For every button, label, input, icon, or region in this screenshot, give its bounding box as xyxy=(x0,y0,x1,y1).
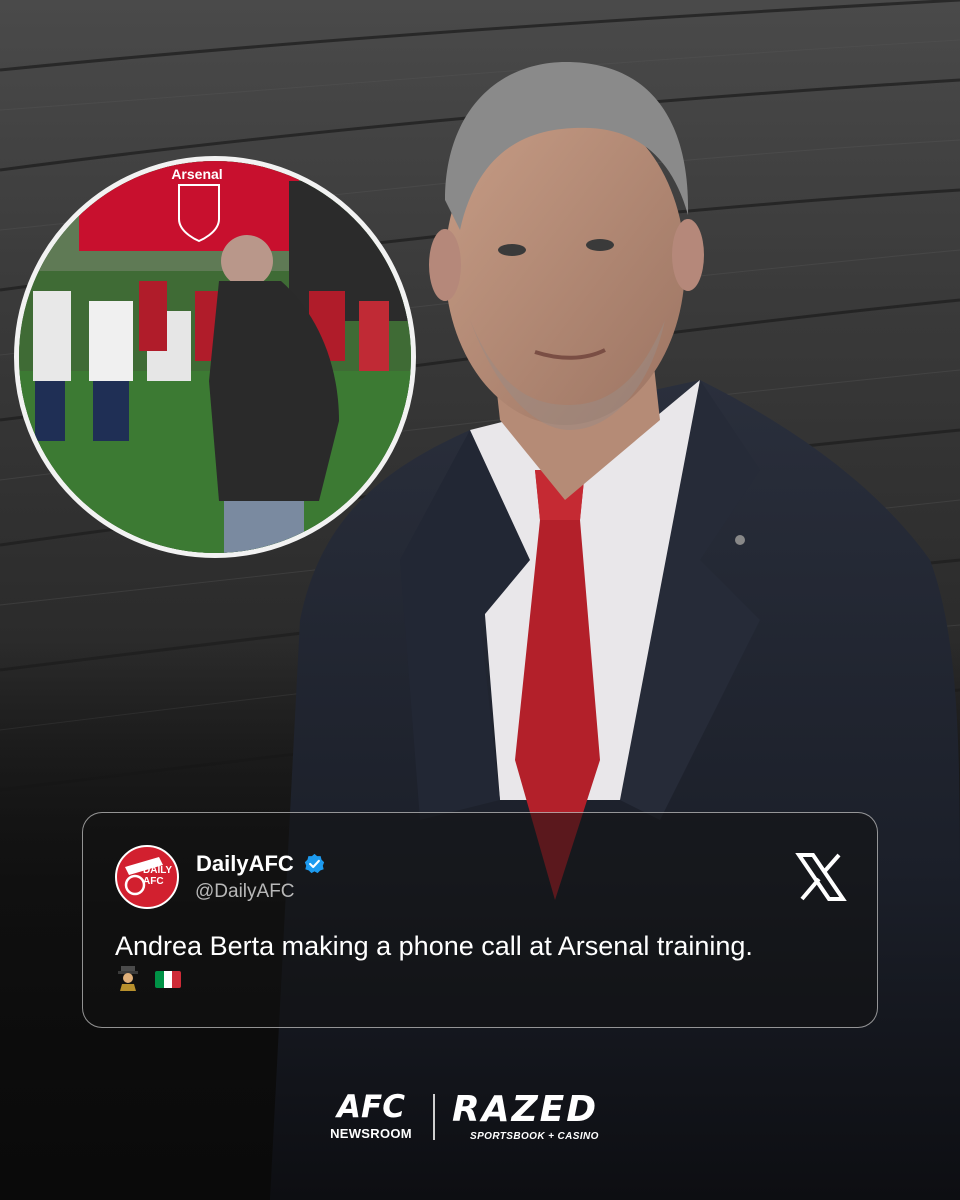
footer-divider xyxy=(433,1094,435,1140)
post-canvas: Arsenal DAILY AFC DailyAFC @DailyAFC And… xyxy=(0,0,960,1200)
verified-badge-icon xyxy=(304,853,325,874)
avatar-text: DAILY AFC xyxy=(143,865,172,887)
tweet-card[interactable]: DAILY AFC DailyAFC @DailyAFC Andrea Bert… xyxy=(82,812,878,1028)
x-logo-icon[interactable] xyxy=(795,853,847,901)
italy-flag-emoji xyxy=(155,971,181,988)
detective-emoji xyxy=(118,966,138,991)
handle[interactable]: @DailyAFC xyxy=(195,881,295,903)
afc-newsroom-sub: NEWSROOM xyxy=(330,1126,412,1141)
razed-logo: RAZED xyxy=(452,1089,599,1130)
tweet-text: Andrea Berta making a phone call at Arse… xyxy=(115,931,753,961)
afc-newsroom-logo: AFC xyxy=(337,1089,405,1125)
display-name[interactable]: DailyAFC xyxy=(196,851,294,877)
razed-sub: SPORTSBOOK + CASINO xyxy=(470,1131,599,1142)
arsenal-sign-text: Arsenal xyxy=(171,166,222,182)
dailyafc-avatar[interactable]: DAILY AFC xyxy=(115,845,179,909)
training-inset-photo: Arsenal xyxy=(14,156,416,558)
